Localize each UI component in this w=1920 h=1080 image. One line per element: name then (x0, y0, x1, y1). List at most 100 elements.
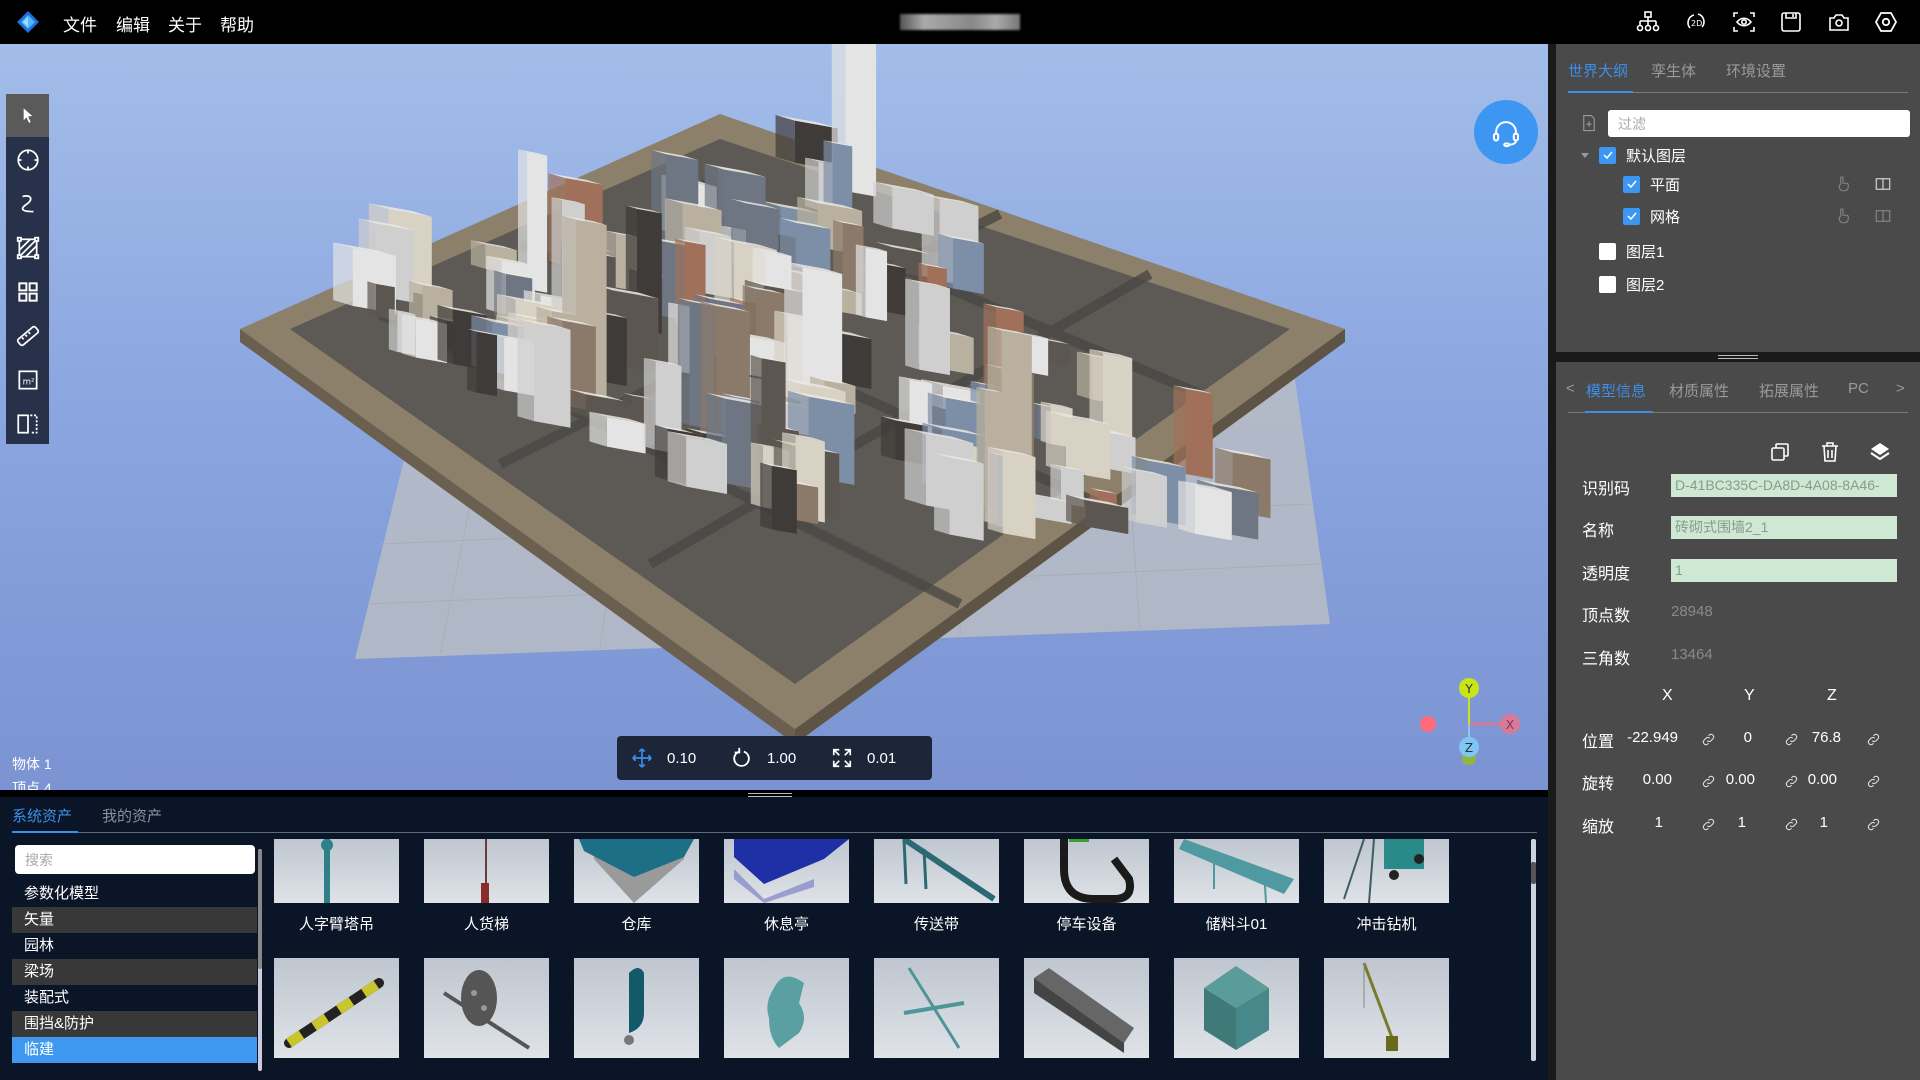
tab-scroll-right-icon[interactable]: > (1896, 380, 1905, 397)
tab-world-outline[interactable]: 世界大纲 (1568, 60, 1628, 81)
tool-area-measure[interactable]: m² (6, 358, 49, 401)
category-scrollbar-thumb[interactable] (258, 849, 262, 969)
asset-card[interactable] (1324, 958, 1449, 1058)
category-item-selected[interactable]: 临建 (12, 1037, 257, 1063)
tab-system-assets[interactable]: 系统资产 (12, 805, 72, 826)
asset-card[interactable]: 休息亭 (724, 839, 849, 934)
asset-grid-scrollbar-thumb[interactable] (1531, 862, 1536, 884)
asset-card[interactable]: 人货梯 (424, 839, 549, 934)
tool-area[interactable] (6, 226, 49, 269)
rotate-icon[interactable] (731, 747, 753, 769)
category-item[interactable]: 围挡&防护 (12, 1011, 257, 1037)
category-item[interactable]: 参数化模型 (12, 881, 257, 907)
tab-scroll-left-icon[interactable]: < (1566, 380, 1575, 397)
book-icon[interactable] (1874, 207, 1892, 225)
opacity-field[interactable]: 1 (1671, 559, 1897, 582)
menu-file[interactable]: 文件 (63, 11, 97, 36)
link-icon[interactable] (1784, 774, 1799, 789)
layer-checkbox[interactable] (1599, 275, 1616, 293)
layer-label[interactable]: 图层2 (1626, 274, 1664, 295)
layer-checkbox[interactable] (1599, 146, 1616, 164)
scale-expand-icon[interactable] (831, 747, 853, 769)
asset-card[interactable]: 传送带 (874, 839, 999, 934)
tool-select[interactable] (6, 94, 49, 137)
rotate-step-value[interactable]: 1.00 (767, 750, 817, 767)
scale-step-value[interactable]: 0.01 (867, 750, 917, 767)
expand-caret-icon[interactable] (1580, 150, 1590, 160)
id-field[interactable]: D-41BC335C-DA8D-4A08-8A46- (1671, 474, 1897, 497)
link-icon[interactable] (1784, 817, 1799, 832)
layer-label[interactable]: 图层1 (1626, 241, 1664, 262)
save-icon[interactable] (1779, 10, 1803, 34)
book-icon[interactable] (1874, 175, 1892, 193)
menu-help[interactable]: 帮助 (220, 11, 254, 36)
delete-trash-icon[interactable] (1818, 440, 1842, 464)
link-icon[interactable] (1866, 732, 1881, 747)
position-y[interactable]: 0 (1690, 729, 1752, 746)
tool-circle[interactable] (6, 138, 49, 181)
gizmo-neg-x[interactable] (1420, 716, 1436, 732)
category-item[interactable]: 矢量 (12, 907, 257, 933)
asset-card[interactable]: 冲击钻机 (1324, 839, 1449, 934)
tab-pc[interactable]: PC (1848, 380, 1869, 397)
layer-checkbox[interactable] (1599, 242, 1616, 260)
hierarchy-icon[interactable] (1636, 10, 1660, 34)
layer-checkbox[interactable] (1623, 175, 1640, 193)
tool-split-view[interactable] (6, 402, 49, 445)
category-item[interactable]: 梁场 (12, 959, 257, 985)
tab-model-info[interactable]: 模型信息 (1586, 380, 1646, 401)
asset-card[interactable] (724, 958, 849, 1058)
asset-card[interactable]: 仓库 (574, 839, 699, 934)
move-arrows-icon[interactable] (631, 747, 653, 769)
settings-icon[interactable] (1874, 10, 1898, 34)
category-item[interactable]: 园林 (12, 933, 257, 959)
link-icon[interactable] (1701, 817, 1716, 832)
eye-scan-icon[interactable] (1732, 10, 1756, 34)
add-layer-file-icon[interactable] (1580, 114, 1598, 132)
asset-search-input[interactable] (15, 845, 255, 874)
category-item[interactable]: 装配式 (12, 985, 257, 1011)
asset-card[interactable]: 人字臂塔吊 (274, 839, 399, 934)
tab-environment[interactable]: 环境设置 (1726, 60, 1786, 81)
asset-card[interactable] (874, 958, 999, 1058)
tool-curve[interactable] (6, 182, 49, 225)
layer-label[interactable]: 平面 (1650, 174, 1680, 195)
asset-card[interactable]: 储料斗01 (1174, 839, 1299, 934)
3d-viewport[interactable]: m² 物体 1 顶点 4 三角形 2 0.10 1.00 0.01 Y X Z (0, 44, 1548, 790)
link-icon[interactable] (1701, 732, 1716, 747)
outline-filter-input[interactable] (1608, 110, 1910, 137)
asset-card[interactable] (1024, 958, 1149, 1058)
tab-material[interactable]: 材质属性 (1669, 380, 1729, 401)
link-icon[interactable] (1866, 774, 1881, 789)
menu-edit[interactable]: 编辑 (116, 11, 150, 36)
move-step-value[interactable]: 0.10 (667, 750, 717, 767)
scale-x[interactable]: 1 (1601, 814, 1663, 831)
asset-card[interactable] (424, 958, 549, 1058)
asset-card[interactable] (574, 958, 699, 1058)
customer-support-button[interactable] (1474, 100, 1538, 164)
asset-card[interactable]: 停车设备 (1024, 839, 1149, 934)
pick-hand-icon[interactable] (1834, 207, 1852, 225)
axis-gizmo[interactable]: Y X Z (1410, 668, 1530, 768)
link-icon[interactable] (1866, 817, 1881, 832)
layer-checkbox[interactable] (1623, 207, 1640, 225)
asset-card[interactable] (274, 958, 399, 1058)
tab-twin-body[interactable]: 孪生体 (1651, 60, 1696, 81)
link-icon[interactable] (1784, 732, 1799, 747)
view-2d-3d-icon[interactable]: 2D (1684, 10, 1708, 34)
section-resize-handle[interactable] (1718, 353, 1758, 361)
tab-extended[interactable]: 拓展属性 (1759, 380, 1819, 401)
layers-icon[interactable] (1868, 440, 1892, 464)
position-x[interactable]: -22.949 (1616, 729, 1678, 746)
rotation-x[interactable]: 0.00 (1610, 771, 1672, 788)
layer-label[interactable]: 默认图层 (1626, 145, 1686, 166)
pick-hand-icon[interactable] (1834, 175, 1852, 193)
tool-grid[interactable] (6, 270, 49, 313)
menu-about[interactable]: 关于 (168, 11, 202, 36)
layer-label[interactable]: 网格 (1650, 206, 1680, 227)
tool-measure[interactable] (6, 314, 49, 357)
link-icon[interactable] (1701, 774, 1716, 789)
tab-my-assets[interactable]: 我的资产 (102, 805, 162, 826)
duplicate-icon[interactable] (1768, 440, 1792, 464)
name-field[interactable]: 砖砌式围墙2_1 (1671, 516, 1897, 539)
